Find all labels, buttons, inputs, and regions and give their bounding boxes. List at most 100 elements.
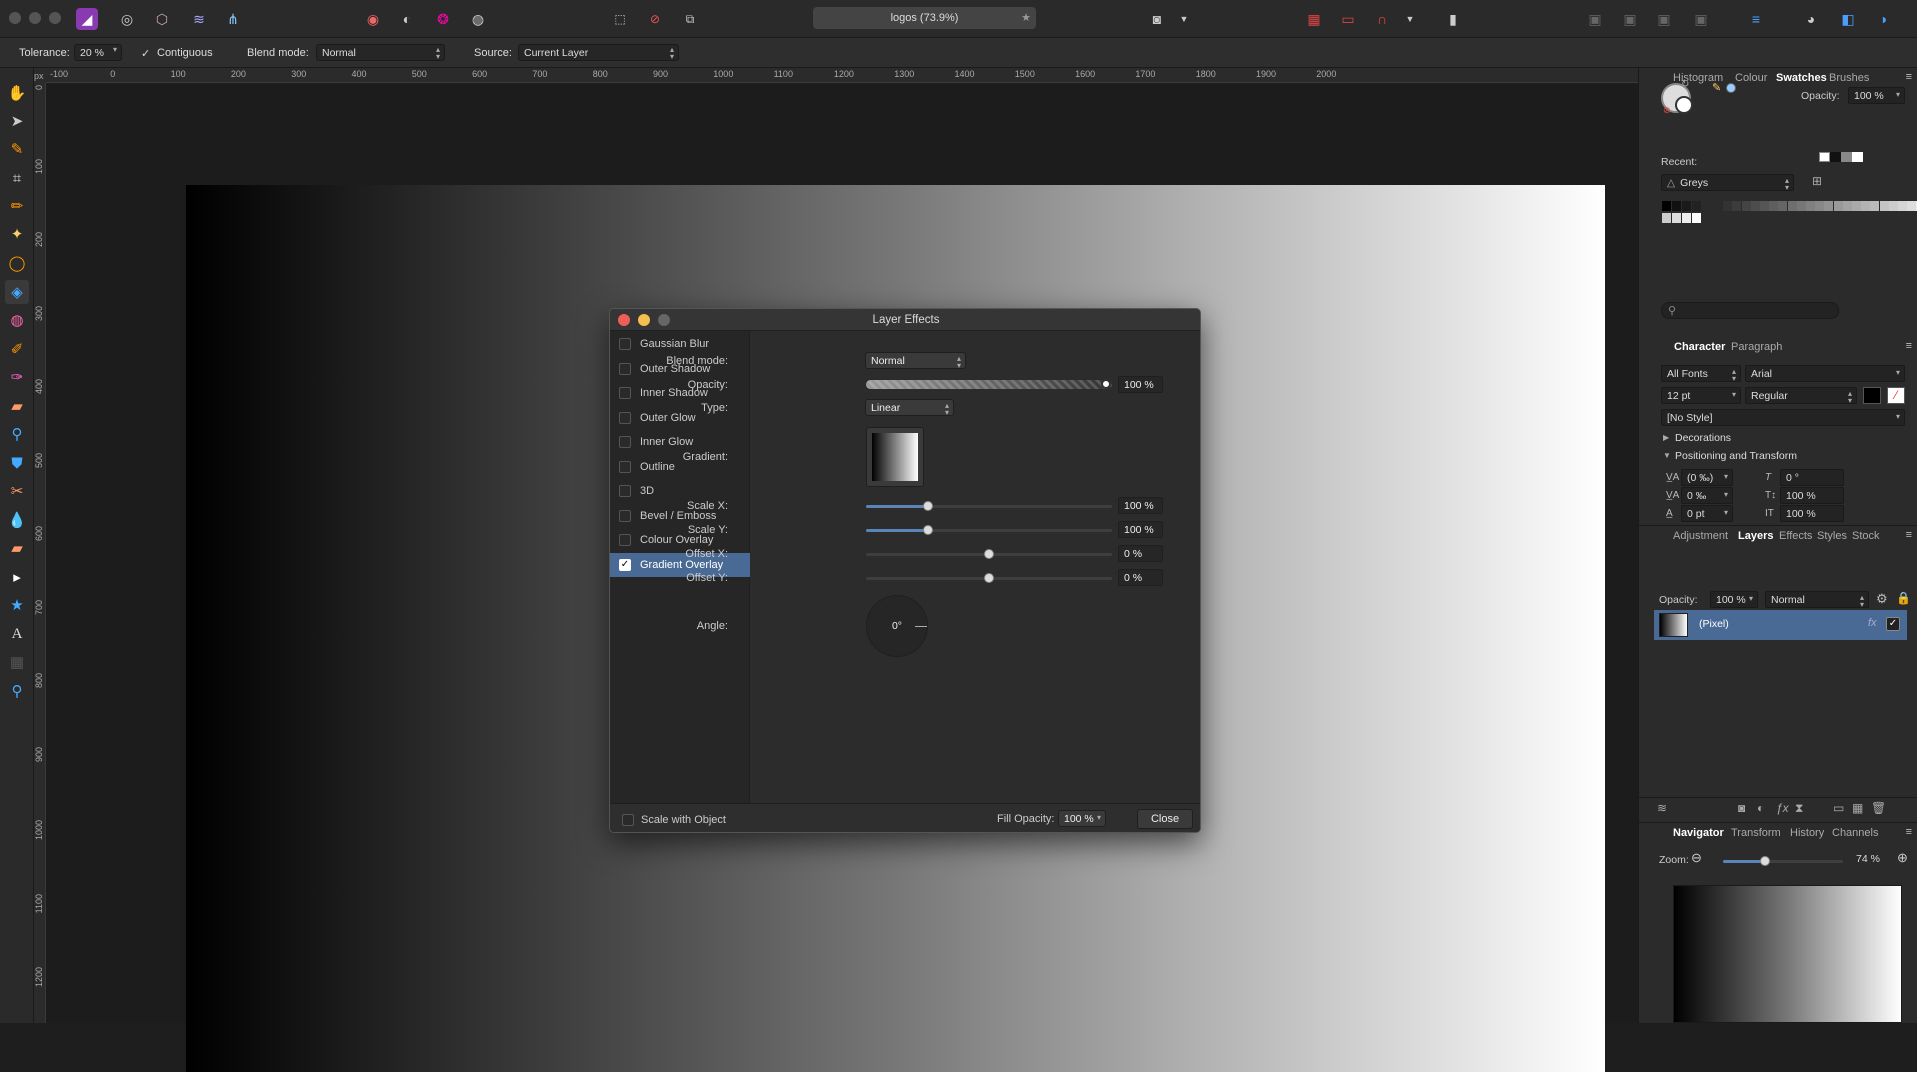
layers-stack-icon[interactable]: ≋: [1657, 801, 1667, 815]
palette-options-icon[interactable]: ⊞: [1812, 174, 1822, 188]
window-minimize-button[interactable]: [29, 12, 41, 24]
layer-fx-icon[interactable]: fx: [1868, 617, 1877, 629]
mask-icon[interactable]: ◙: [1146, 8, 1168, 30]
swatch-chip[interactable]: [1898, 201, 1907, 211]
swatch-chip[interactable]: [1723, 201, 1733, 211]
text-stroke-none-icon[interactable]: ⁄: [1887, 387, 1905, 404]
swatch-chip[interactable]: [1861, 201, 1871, 211]
layer-blend-select[interactable]: Normal ▴ ▾: [1765, 591, 1869, 609]
horizontal-scale-field[interactable]: 100 %: [1780, 505, 1844, 522]
assistant-icon[interactable]: ▮: [1442, 8, 1464, 30]
swatch-chip[interactable]: [1682, 213, 1691, 223]
eyedropper-icon[interactable]: ✎: [1712, 81, 1721, 94]
crop-tool-icon[interactable]: ⌗: [5, 166, 29, 190]
mesh-warp-tool-icon[interactable]: ▦: [5, 650, 29, 674]
text-fill-color[interactable]: [1863, 387, 1881, 404]
adjustment-layer-icon[interactable]: ◐: [1757, 801, 1764, 815]
snap-dropdown-icon[interactable]: ▼: [1399, 8, 1421, 30]
add-pixel-layer-icon[interactable]: ▦: [1852, 801, 1863, 815]
window-zoom-button[interactable]: [49, 12, 61, 24]
arrange-back-icon[interactable]: ▣: [1690, 8, 1712, 30]
stroke-color-well[interactable]: [1675, 96, 1693, 114]
flood-select-tool-icon[interactable]: ✦: [5, 222, 29, 246]
tab-colour[interactable]: Colour: [1735, 72, 1767, 84]
tab-effects[interactable]: Effects: [1779, 530, 1812, 542]
mask-layer-icon[interactable]: ◙: [1738, 801, 1745, 815]
erase-tool-icon[interactable]: ▰: [5, 394, 29, 418]
liquify-persona-icon[interactable]: ⬡: [151, 8, 173, 30]
marquee-select-icon[interactable]: ⬚: [609, 8, 631, 30]
swatch-chip[interactable]: [1714, 201, 1723, 211]
scale-with-object-checkbox[interactable]: [622, 814, 634, 826]
positioning-section[interactable]: Positioning and Transform: [1675, 450, 1797, 462]
font-collection-select[interactable]: All Fonts ▴ ▾: [1661, 365, 1741, 383]
tab-brushes[interactable]: Brushes: [1829, 72, 1869, 84]
contrast-icon[interactable]: ◐: [396, 8, 418, 30]
layer-name[interactable]: (Pixel): [1699, 618, 1729, 630]
gear-icon[interactable]: ⚙: [1876, 591, 1888, 607]
swatch-search-input[interactable]: ⚲: [1661, 302, 1839, 319]
dialog-blend-select[interactable]: Normal ▴ ▾: [865, 352, 966, 370]
no-fill-icon[interactable]: ⊘: [1663, 105, 1671, 116]
swatch-chip[interactable]: [1692, 213, 1701, 223]
grid-icon[interactable]: ▦: [1303, 8, 1325, 30]
persona-icon-1[interactable]: ◕: [1800, 8, 1822, 30]
fill-opacity-field[interactable]: 100 % ▾: [1058, 810, 1106, 827]
offset-x-field[interactable]: 0 %: [1118, 545, 1163, 562]
effect-checkbox[interactable]: [619, 485, 631, 497]
scale-x-field[interactable]: 100 %: [1118, 497, 1163, 514]
tab-stock[interactable]: Stock: [1852, 530, 1880, 542]
star-icon[interactable]: ★: [1021, 7, 1031, 29]
flood-fill-tool-icon[interactable]: ◈: [5, 280, 29, 304]
pen-tool-icon[interactable]: ▸: [5, 565, 29, 589]
swatch-chip[interactable]: [1750, 201, 1760, 211]
scale-y-knob[interactable]: [922, 525, 933, 535]
swatch-chip[interactable]: [1662, 213, 1671, 223]
angle-dial[interactable]: 0°: [866, 595, 928, 657]
swatch-chip[interactable]: [1672, 201, 1681, 211]
gradient-tool-icon[interactable]: ◍: [5, 308, 29, 332]
swatch-chip[interactable]: [1870, 201, 1880, 211]
document-tab[interactable]: logos (73.9%) ★: [813, 7, 1036, 29]
clone-tool-icon[interactable]: ⛊: [5, 451, 29, 475]
swatch-chip[interactable]: [1833, 201, 1843, 211]
dialog-close-icon[interactable]: [618, 314, 630, 326]
shape-tool-icon[interactable]: ★: [5, 593, 29, 617]
swatch-chip[interactable]: [1769, 201, 1779, 211]
offset-y-slider[interactable]: [866, 573, 1112, 583]
color-replacement-tool-icon[interactable]: ✑: [5, 365, 29, 389]
tab-adjustment[interactable]: Adjustment: [1673, 530, 1728, 542]
swatch-chip[interactable]: [1760, 201, 1769, 211]
disclosure-right-icon[interactable]: ▶: [1663, 433, 1669, 442]
font-size-field[interactable]: 12 pt ▾: [1661, 387, 1741, 404]
font-family-select[interactable]: Arial ▾: [1745, 365, 1905, 382]
effect-checkbox[interactable]: ✓: [619, 558, 631, 571]
tab-navigator[interactable]: Navigator: [1673, 827, 1724, 839]
zoom-slider-knob[interactable]: [1760, 856, 1770, 866]
zoom-out-icon[interactable]: ⊖: [1691, 850, 1702, 866]
tab-history[interactable]: History: [1790, 827, 1824, 839]
tab-transform[interactable]: Transform: [1731, 827, 1781, 839]
red-eye-tool-icon[interactable]: ▰: [5, 536, 29, 560]
tab-layers[interactable]: Layers: [1738, 530, 1773, 542]
marquee-tool-icon[interactable]: ◯: [5, 251, 29, 275]
swatch-chip[interactable]: [1815, 201, 1825, 211]
tab-paragraph[interactable]: Paragraph: [1731, 341, 1782, 353]
palette-select[interactable]: △ Greys ▴ ▾: [1661, 174, 1794, 192]
layer-row[interactable]: (Pixel) fx ✓: [1654, 610, 1907, 640]
kerning-field[interactable]: (0 ‰) ▾: [1681, 469, 1733, 486]
tab-channels[interactable]: Channels: [1832, 827, 1878, 839]
lock-icon[interactable]: 🔒: [1896, 591, 1911, 605]
white-balance-icon[interactable]: ◍: [467, 8, 489, 30]
scale-y-field[interactable]: 100 %: [1118, 521, 1163, 538]
scale-x-slider[interactable]: [866, 501, 1112, 511]
source-select[interactable]: Current Layer ▴ ▾: [518, 44, 679, 61]
develop-persona-icon[interactable]: ≋: [188, 8, 210, 30]
swatch-chip[interactable]: [1888, 201, 1898, 211]
fx-icon[interactable]: ƒx: [1776, 801, 1789, 815]
swap-colors-icon[interactable]: ↻: [1681, 79, 1689, 90]
swatch-chip[interactable]: [1682, 201, 1691, 211]
arrange-forward-icon[interactable]: ▣: [1619, 8, 1641, 30]
recent-swatch-grey[interactable]: [1841, 152, 1852, 162]
zoom-in-icon[interactable]: ⊕: [1897, 850, 1908, 866]
